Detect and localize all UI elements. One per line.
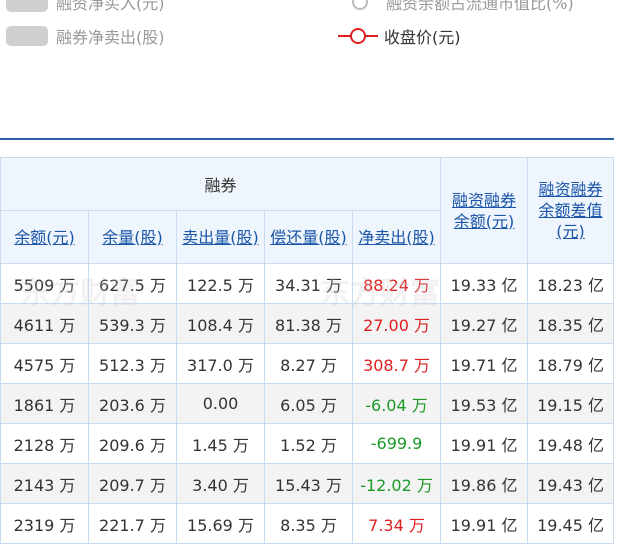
header-line: 融资融券 (452, 190, 517, 210)
table-cell: -6.04 万 (351, 383, 442, 424)
table-cell: 2319 万 (0, 503, 89, 544)
table-cell: 19.43 亿 (527, 463, 615, 504)
table-cell: 27.00 万 (351, 303, 442, 344)
table-row: 2143 万 209.7 万 3.40 万 15.43 万 -12.02 万 19.86 … (0, 463, 615, 504)
table-cell: 627.5 万 (88, 263, 177, 304)
table-cell: -699.9 (351, 423, 442, 464)
chart-legend: 融资净买入(元) 融券净卖出(股) 融资余额占流通市值比(%) 收盘价(元) (0, 0, 618, 140)
short-selling-group-header: 融券 (0, 157, 442, 211)
table-row: 2128 万 209.6 万 1.45 万 1.52 万 -699.9 19.91 亿 19… (0, 423, 615, 464)
table-cell: 19.91 亿 (440, 503, 529, 544)
table-cell: 4575 万 (0, 343, 89, 384)
table-cell: 209.6 万 (88, 423, 177, 464)
table-cell: 512.3 万 (88, 343, 177, 384)
table-cell: 81.38 万 (264, 303, 353, 344)
table-cell: 15.43 万 (264, 463, 353, 504)
table-cell: 3.40 万 (176, 463, 265, 504)
legend-label: 融券净卖出(股) (56, 28, 165, 47)
col-header-net-sell[interactable]: 净卖出(股) (351, 210, 442, 264)
table-cell: 18.35 亿 (527, 303, 615, 344)
col-header-repay-qty[interactable]: 偿还量(股) (264, 210, 353, 264)
table-cell: 6.05 万 (264, 383, 353, 424)
table-cell: 0.00 (176, 383, 265, 424)
table-cell: 19.27 亿 (440, 303, 529, 344)
legend-item-margin-net-buy[interactable]: 融资净买入(元) (6, 0, 165, 14)
table-cell: 19.15 亿 (527, 383, 615, 424)
table-cell: 221.7 万 (88, 503, 177, 544)
legend-swatch (6, 26, 48, 46)
table-cell: 2143 万 (0, 463, 89, 504)
table-cell: 18.23 亿 (527, 263, 615, 304)
table-cell: 19.33 亿 (440, 263, 529, 304)
margin-trading-table: 融券 融资融券 余额(元) 融资融券 余额差值 (元) 余额(元) 余量(股) … (0, 157, 618, 544)
table-cell: 4611 万 (0, 303, 89, 344)
table-row: 4575 万 512.3 万 317.0 万 8.27 万 308.7 万 19.71 亿… (0, 343, 615, 384)
legend-label: 收盘价(元) (384, 28, 461, 47)
table-cell: 8.35 万 (264, 503, 353, 544)
header-line: 余额差值 (538, 201, 603, 220)
table-cell: 209.7 万 (88, 463, 177, 504)
col-header-balance-qty[interactable]: 余量(股) (88, 210, 177, 264)
margin-diff-header[interactable]: 融资融券 余额差值 (元) (527, 157, 615, 264)
table-cell: 19.53 亿 (440, 383, 529, 424)
table-body: 5509 万 627.5 万 122.5 万 34.31 万 88.24 万 19.33 … (0, 263, 615, 544)
legend-label: 融资余额占流通市值比(%) (386, 0, 574, 13)
margin-balance-header[interactable]: 融资融券 余额(元) (440, 157, 529, 264)
table-cell: 122.5 万 (176, 263, 265, 304)
table-row: 2319 万 221.7 万 15.69 万 8.35 万 7.34 万 19.91 亿1… (0, 503, 615, 544)
table-cell: 1.52 万 (264, 423, 353, 464)
legend-item-closing-price[interactable]: 收盘价(元) (338, 24, 461, 48)
legend-item-margin-ratio[interactable]: 融资余额占流通市值比(%) (340, 0, 574, 14)
table-cell: 19.91 亿 (440, 423, 529, 464)
table-row: 1861 万 203.6 万 0.00 6.05 万 -6.04 万 19.53 亿 19.… (0, 383, 615, 424)
legend-swatch (6, 0, 48, 12)
table-cell: 34.31 万 (264, 263, 353, 304)
table-cell: 7.34 万 (351, 503, 442, 544)
table-cell: 19.86 亿 (440, 463, 529, 504)
line-circle-marker-icon (338, 26, 378, 46)
table-cell: 1.45 万 (176, 423, 265, 464)
header-line: 融资融券 (538, 180, 603, 199)
table-cell: 88.24 万 (351, 263, 442, 304)
table-cell: 15.69 万 (176, 503, 265, 544)
table-cell: 8.27 万 (264, 343, 353, 384)
col-header-balance-amount[interactable]: 余额(元) (0, 210, 89, 264)
table-cell: 19.48 亿 (527, 423, 615, 464)
table-cell: 539.3 万 (88, 303, 177, 344)
circle-marker-icon (340, 0, 380, 12)
legend-label: 融资净买入(元) (56, 0, 165, 13)
col-header-sell-qty[interactable]: 卖出量(股) (176, 210, 265, 264)
table-cell: 317.0 万 (176, 343, 265, 384)
table-cell: 2128 万 (0, 423, 89, 464)
table-cell: 108.4 万 (176, 303, 265, 344)
table-cell: 19.45 亿 (527, 503, 615, 544)
table-cell: 1861 万 (0, 383, 89, 424)
legend-item-short-net-sell[interactable]: 融券净卖出(股) (6, 24, 165, 48)
header-line: (元) (556, 222, 585, 241)
table-cell: 18.79 亿 (527, 343, 615, 384)
table-cell: 308.7 万 (351, 343, 442, 384)
header-line: 余额(元) (453, 211, 515, 231)
table-cell: 203.6 万 (88, 383, 177, 424)
table-cell: 19.71 亿 (440, 343, 529, 384)
table-cell: 5509 万 (0, 263, 89, 304)
table-row: 4611 万 539.3 万 108.4 万 81.38 万 27.00 万 19.27 … (0, 303, 615, 344)
section-divider (0, 138, 614, 140)
table-row: 5509 万 627.5 万 122.5 万 34.31 万 88.24 万 19.33 … (0, 263, 615, 304)
table-cell: -12.02 万 (351, 463, 442, 504)
